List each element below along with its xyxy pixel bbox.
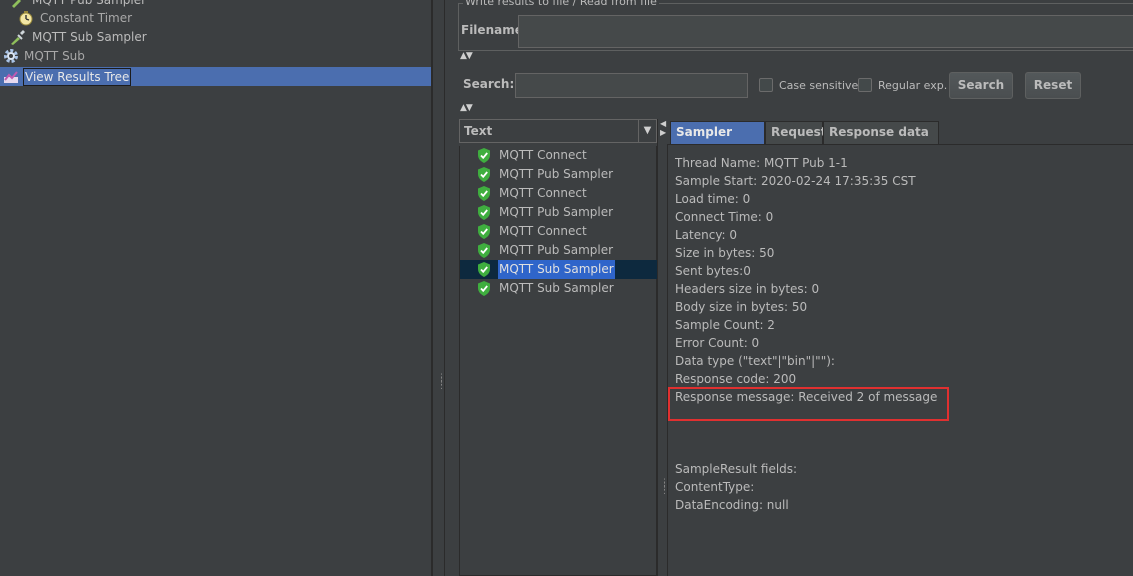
list-item-label: MQTT Connect (499, 224, 587, 238)
result-line: Thread Name: MQTT Pub 1-1 (675, 156, 848, 170)
filename-label: Filename (461, 23, 523, 37)
results-splitter[interactable]: ◀ ▶ ⋮ ⋮ ⋮ (657, 119, 669, 576)
search-label: Search: (463, 77, 515, 91)
result-line: Sent bytes:0 (675, 264, 751, 278)
result-line: DataEncoding: null (675, 498, 789, 512)
list-item-label: MQTT Sub Sampler (498, 260, 615, 279)
chevron-down-icon[interactable]: ▼ (638, 120, 656, 142)
list-item[interactable]: MQTT Connect (460, 222, 657, 241)
chart-icon (4, 71, 18, 83)
list-item[interactable]: MQTT Pub Sampler (460, 241, 657, 260)
result-line: Latency: 0 (675, 228, 738, 242)
sampler-result-pane: Thread Name: MQTT Pub 1-1 Sample Start: … (667, 145, 1133, 576)
file-panel: Write results to file / Read from file F… (458, 0, 1133, 51)
list-item[interactable]: MQTT Sub Sampler (460, 279, 657, 298)
success-shield-icon (478, 186, 490, 201)
tree-item-view-results-tree[interactable]: View Results Tree (0, 67, 431, 86)
tree-item-label: View Results Tree (23, 68, 132, 86)
renderer-selected-value: Text (464, 124, 493, 138)
result-line: SampleResult fields: (675, 462, 798, 476)
highlight-box (668, 387, 949, 421)
list-item-label: MQTT Connect (499, 148, 587, 162)
list-item[interactable]: MQTT Connect (460, 146, 657, 165)
tab-response-data[interactable]: Response data (823, 121, 939, 144)
success-shield-icon (478, 262, 490, 277)
result-line: Body size in bytes: 50 (675, 300, 808, 314)
success-shield-icon (478, 205, 490, 220)
tab-request[interactable]: Request (765, 121, 827, 144)
result-line: Sample Start: 2020-02-24 17:35:35 CST (675, 174, 916, 188)
result-line: Sample Count: 2 (675, 318, 775, 332)
result-line: Headers size in bytes: 0 (675, 282, 820, 296)
split-arrows-icon[interactable]: ◀ ▶ (660, 119, 666, 137)
result-line: Response code: 200 (675, 372, 797, 386)
collapse-arrows-icon[interactable]: ▲▼ (460, 104, 473, 113)
search-button[interactable]: Search (949, 72, 1013, 99)
filename-input[interactable] (518, 15, 1133, 48)
tab-sampler-result[interactable]: Sampler result (670, 121, 765, 160)
success-shield-icon (478, 148, 490, 163)
result-line: Connect Time: 0 (675, 210, 774, 224)
result-line: Load time: 0 (675, 192, 751, 206)
main-splitter[interactable]: ⋮ ⋮ ⋮ (432, 0, 446, 576)
list-item[interactable]: MQTT Connect (460, 184, 657, 203)
tree-item-label: MQTT Sub (24, 49, 85, 63)
success-shield-icon (478, 243, 490, 258)
result-line: ContentType: (675, 480, 755, 494)
list-item-label: MQTT Sub Sampler (499, 281, 614, 295)
tree-item-label: Constant Timer (40, 11, 133, 25)
success-shield-icon (478, 167, 490, 182)
case-sensitive-checkbox[interactable] (759, 78, 773, 92)
success-shield-icon (478, 224, 490, 239)
reset-button[interactable]: Reset (1025, 72, 1081, 99)
test-plan-tree: MQTT Pub Sampler Constant Timer MQTT Sub… (0, 0, 432, 576)
collapse-arrows-icon[interactable]: ▲▼ (460, 52, 473, 61)
pipette-icon (12, 0, 21, 8)
case-sensitive-label: Case sensitive (779, 79, 859, 92)
timer-icon (19, 11, 33, 26)
regex-checkbox[interactable] (858, 78, 872, 92)
renderer-select[interactable]: Text ▼ (459, 119, 657, 143)
list-item-label: MQTT Pub Sampler (499, 205, 614, 219)
regex-label: Regular exp. (878, 79, 948, 92)
pipette-icon (11, 30, 25, 45)
list-item[interactable]: MQTT Pub Sampler (460, 203, 657, 222)
search-input[interactable] (515, 73, 748, 98)
result-line: Data type ("text"|"bin"|""): (675, 354, 835, 368)
list-item[interactable]: MQTT Pub Sampler (460, 165, 657, 184)
list-item-selected[interactable]: MQTT Sub Sampler (460, 260, 657, 279)
results-list: MQTT Connect MQTT Pub Sampler MQTT Conne… (459, 146, 657, 576)
list-item-label: MQTT Pub Sampler (499, 167, 614, 181)
file-panel-legend: Write results to file / Read from file (463, 0, 659, 8)
tree-item-label: MQTT Sub Sampler (32, 30, 147, 44)
gear-icon (4, 49, 18, 63)
success-shield-icon (478, 281, 490, 296)
view-results-tree-panel: Write results to file / Read from file F… (444, 0, 1133, 576)
result-line: Error Count: 0 (675, 336, 760, 350)
list-item-label: MQTT Pub Sampler (499, 243, 614, 257)
list-item-label: MQTT Connect (499, 186, 587, 200)
result-line: Size in bytes: 50 (675, 246, 775, 260)
